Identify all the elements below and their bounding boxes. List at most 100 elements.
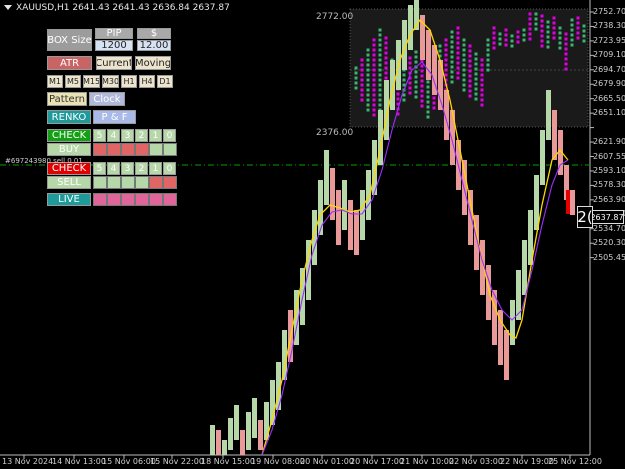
- dollar-value-field[interactable]: 12.00: [137, 40, 171, 51]
- pf-marker: [372, 48, 376, 52]
- pf-marker: [384, 46, 388, 50]
- pf-marker: [516, 30, 520, 34]
- buy-button[interactable]: BUY: [47, 143, 91, 156]
- current-price-label: 2637.87: [590, 210, 624, 224]
- status-cell: [93, 176, 107, 189]
- moving-button[interactable]: Moving: [135, 56, 171, 70]
- pf-marker: [540, 14, 544, 18]
- timeframe-button-h4[interactable]: H4: [139, 75, 155, 88]
- pf-marker: [414, 80, 418, 84]
- y-tick-label: 2505.45: [593, 252, 625, 262]
- pf-marker: [408, 66, 412, 70]
- y-tick-label: 2621.90: [593, 137, 625, 147]
- pf-marker: [372, 93, 376, 97]
- pf-marker: [480, 63, 484, 67]
- pf-marker: [450, 45, 454, 49]
- pf-marker: [366, 83, 370, 87]
- pf-marker: [378, 68, 382, 72]
- timeframe-button-m1[interactable]: M1: [47, 75, 63, 88]
- x-tick-label: 20 Nov 17:00: [350, 457, 404, 466]
- pf-marker: [378, 28, 382, 32]
- pf-marker: [462, 88, 466, 92]
- pf-marker: [420, 84, 424, 88]
- pip-value-field[interactable]: 1200: [95, 40, 133, 51]
- status-cell: [163, 143, 177, 156]
- sell-button[interactable]: SELL: [47, 176, 91, 189]
- pf-marker: [366, 78, 370, 82]
- pf-marker: [366, 48, 370, 52]
- pf-marker: [570, 38, 574, 42]
- live-button[interactable]: LIVE: [47, 193, 91, 206]
- renko-down-bar: [462, 160, 467, 215]
- timeframe-button-m30[interactable]: M30: [102, 75, 119, 88]
- pf-marker: [354, 71, 358, 75]
- pf-marker: [378, 58, 382, 62]
- pf-marker: [372, 83, 376, 87]
- pf-marker: [480, 98, 484, 102]
- x-tick-label: 15 Nov 22:00: [150, 457, 204, 466]
- pf-marker: [378, 43, 382, 47]
- pf-marker: [504, 28, 508, 32]
- pf-marker: [420, 94, 424, 98]
- pf-marker: [384, 71, 388, 75]
- pf-marker: [492, 41, 496, 45]
- pf-marker: [570, 43, 574, 47]
- box-size-button[interactable]: BOX Size: [47, 29, 92, 51]
- atr-button[interactable]: ATR: [47, 56, 92, 70]
- timeframe-button-m5[interactable]: M5: [65, 75, 81, 88]
- renko-up-bar: [540, 130, 545, 185]
- renko-down-bar: [336, 190, 341, 245]
- pf-marker: [444, 73, 448, 77]
- dollar-button[interactable]: $: [137, 28, 171, 39]
- check-buy-button[interactable]: CHECK: [47, 129, 91, 142]
- clock-button[interactable]: Clock: [89, 92, 125, 106]
- pf-marker: [456, 61, 460, 65]
- pf-marker: [468, 74, 472, 78]
- pip-button[interactable]: PIP: [95, 28, 133, 39]
- pf-marker: [528, 22, 532, 26]
- x-tick-label: 19 Nov 08:00: [251, 457, 305, 466]
- pf-marker: [558, 41, 562, 45]
- pf-marker: [378, 83, 382, 87]
- pf-marker: [462, 48, 466, 52]
- pf-marker: [402, 98, 406, 102]
- y-tick-label: 2563.90: [593, 194, 625, 204]
- renko-up-bar: [534, 175, 539, 230]
- pf-marker: [546, 35, 550, 39]
- status-cell: [107, 193, 121, 206]
- pf-marker: [426, 80, 430, 84]
- timeframe-button-h1[interactable]: H1: [121, 75, 137, 88]
- pf-marker: [546, 45, 550, 49]
- pf-marker: [414, 60, 418, 64]
- pf-marker: [576, 16, 580, 20]
- pf-marker: [480, 93, 484, 97]
- current-button[interactable]: Current: [96, 56, 132, 70]
- renko-button[interactable]: RENKO: [47, 110, 91, 124]
- pattern-button[interactable]: Pattern: [47, 92, 87, 106]
- pf-marker: [354, 76, 358, 80]
- pf-marker: [570, 18, 574, 22]
- pf-marker: [522, 38, 526, 42]
- price-chart[interactable]: [0, 0, 625, 469]
- current-bar: [566, 190, 570, 214]
- pf-marker: [372, 108, 376, 112]
- pf-marker: [468, 69, 472, 73]
- status-cell: [93, 193, 107, 206]
- timeframe-button-m15[interactable]: M15: [83, 75, 100, 88]
- pf-marker: [576, 21, 580, 25]
- pf-marker: [378, 78, 382, 82]
- pf-marker: [516, 35, 520, 39]
- pf-marker: [564, 62, 568, 66]
- pf-marker: [378, 63, 382, 67]
- pf-marker: [474, 67, 478, 71]
- pf-marker: [564, 32, 568, 36]
- pf-marker: [372, 53, 376, 57]
- timeframe-button-d1[interactable]: D1: [157, 75, 173, 88]
- pf-marker: [516, 40, 520, 44]
- pf-button[interactable]: P & F: [93, 110, 136, 124]
- pf-marker: [366, 63, 370, 67]
- pf-marker: [462, 83, 466, 87]
- dropdown-triangle-icon[interactable]: [4, 5, 12, 10]
- pf-marker: [462, 73, 466, 77]
- pf-marker: [378, 98, 382, 102]
